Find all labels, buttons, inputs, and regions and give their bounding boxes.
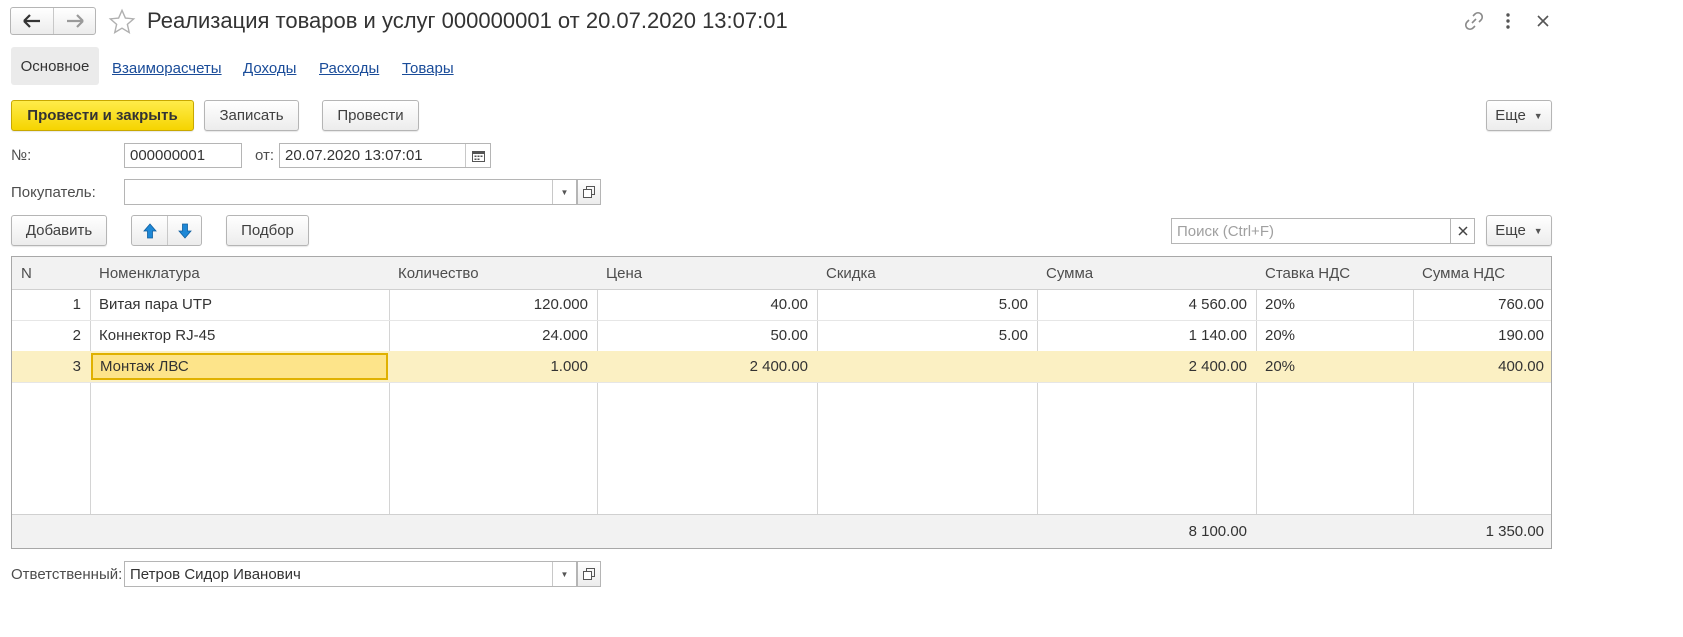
cell-sum[interactable]: 1 140.00 xyxy=(1037,320,1256,351)
cell-sum[interactable]: 4 560.00 xyxy=(1037,289,1256,320)
forward-arrow-icon[interactable] xyxy=(54,8,95,34)
tab-income[interactable]: Доходы xyxy=(243,60,296,77)
open-form-icon xyxy=(583,186,595,198)
search-input[interactable]: Поиск (Ctrl+F) xyxy=(1171,218,1451,244)
star-icon[interactable] xyxy=(107,7,137,37)
responsible-value: Петров Сидор Иванович xyxy=(130,565,301,583)
back-arrow-icon[interactable] xyxy=(11,8,54,34)
cell-qty[interactable]: 1.000 xyxy=(389,351,597,382)
cell-n: 1 xyxy=(72,296,81,313)
column-header-vat-rate[interactable]: Ставка НДС xyxy=(1256,257,1413,289)
buyer-label: Покупатель: xyxy=(11,184,96,201)
table-row[interactable]: 2 Коннектор RJ-45 24.000 50.00 5.00 1 14… xyxy=(12,320,1551,352)
close-icon[interactable] xyxy=(1533,10,1553,32)
cell-qty[interactable]: 24.000 xyxy=(389,320,597,351)
tab-expenses[interactable]: Расходы xyxy=(319,60,379,77)
cell-vat-sum[interactable]: 190.00 xyxy=(1413,320,1551,351)
cell-discount[interactable]: 5.00 xyxy=(817,320,1037,351)
table-row[interactable]: 1 Витая пара UTP 120.000 40.00 5.00 4 56… xyxy=(12,289,1551,321)
open-form-icon xyxy=(583,568,595,580)
number-field[interactable]: 000000001 xyxy=(124,143,242,168)
cell-item-active[interactable]: Монтаж ЛВС xyxy=(91,353,388,380)
tab-settlements[interactable]: Взаиморасчеты xyxy=(112,60,222,77)
column-header-n[interactable]: N xyxy=(12,257,90,289)
cell-price[interactable]: 40.00 xyxy=(597,289,817,320)
cell-n: 2 xyxy=(72,327,81,344)
buyer-open-button[interactable] xyxy=(577,179,601,205)
table-footer: 8 100.00 1 350.00 xyxy=(12,514,1551,548)
page-title: Реализация товаров и услуг 000000001 от … xyxy=(147,8,788,33)
table-more-button[interactable]: Еще ▼ xyxy=(1486,215,1552,246)
cell-sum[interactable]: 2 400.00 xyxy=(1037,351,1256,382)
buyer-field[interactable]: ▼ xyxy=(124,179,577,205)
move-buttons xyxy=(131,215,202,246)
cell-n: 3 xyxy=(72,358,81,375)
column-header-item[interactable]: Номенклатура xyxy=(90,257,389,289)
date-field[interactable]: 20.07.2020 13:07:01 xyxy=(279,143,491,168)
responsible-label: Ответственный: xyxy=(11,566,123,583)
table-more-button-label: Еще xyxy=(1495,222,1526,239)
clear-icon xyxy=(1457,226,1468,236)
date-value: 20.07.2020 13:07:01 xyxy=(285,147,423,164)
cell-discount[interactable]: 5.00 xyxy=(817,289,1037,320)
column-header-price[interactable]: Цена xyxy=(597,257,817,289)
search-clear-button[interactable] xyxy=(1450,218,1475,244)
dropdown-arrow-icon[interactable]: ▼ xyxy=(552,180,576,204)
chevron-down-icon: ▼ xyxy=(1533,110,1543,121)
move-down-icon[interactable] xyxy=(168,216,201,245)
move-up-icon[interactable] xyxy=(132,216,168,245)
dropdown-arrow-icon[interactable]: ▼ xyxy=(552,562,576,586)
column-header-sum[interactable]: Сумма xyxy=(1037,257,1256,289)
selection-button[interactable]: Подбор xyxy=(226,215,309,246)
column-header-vat-sum[interactable]: Сумма НДС xyxy=(1413,257,1551,289)
cell-vat-rate[interactable]: 20% xyxy=(1256,320,1413,351)
column-header-discount[interactable]: Скидка xyxy=(817,257,1037,289)
table-header: N Номенклатура Количество Цена Скидка Су… xyxy=(12,257,1551,290)
cell-item[interactable]: Витая пара UTP xyxy=(90,289,389,320)
cell-price[interactable]: 2 400.00 xyxy=(597,351,817,382)
cell-price[interactable]: 50.00 xyxy=(597,320,817,351)
link-icon[interactable] xyxy=(1463,10,1485,32)
more-button-label: Еще xyxy=(1495,107,1526,124)
responsible-field[interactable]: Петров Сидор Иванович ▼ xyxy=(124,561,577,587)
cell-discount[interactable] xyxy=(817,351,1037,382)
calendar-icon[interactable] xyxy=(465,144,490,167)
more-vertical-icon[interactable] xyxy=(1498,10,1518,32)
more-button[interactable]: Еще ▼ xyxy=(1486,100,1552,131)
post-button[interactable]: Провести xyxy=(322,100,419,131)
goods-table[interactable]: N Номенклатура Количество Цена Скидка Су… xyxy=(11,256,1552,549)
post-and-close-button[interactable]: Провести и закрыть xyxy=(11,100,194,131)
cell-vat-rate[interactable]: 20% xyxy=(1256,289,1413,320)
table-row-selected[interactable]: 3 Монтаж ЛВС 1.000 2 400.00 2 400.00 20%… xyxy=(12,351,1551,383)
save-button[interactable]: Записать xyxy=(204,100,299,131)
total-sum: 8 100.00 xyxy=(1188,523,1247,540)
number-label: №: xyxy=(11,147,32,164)
cell-vat-sum[interactable]: 760.00 xyxy=(1413,289,1551,320)
chevron-down-icon: ▼ xyxy=(1533,225,1543,236)
cell-vat-rate[interactable]: 20% xyxy=(1256,351,1413,382)
tab-main-label: Основное xyxy=(20,57,90,75)
date-label: от: xyxy=(255,147,275,164)
tab-goods[interactable]: Товары xyxy=(402,60,454,77)
tab-main[interactable]: Основное xyxy=(11,47,99,85)
add-button[interactable]: Добавить xyxy=(11,215,107,246)
cell-qty[interactable]: 120.000 xyxy=(389,289,597,320)
cell-item[interactable]: Коннектор RJ-45 xyxy=(90,320,389,351)
responsible-open-button[interactable] xyxy=(577,561,601,587)
column-header-qty[interactable]: Количество xyxy=(389,257,597,289)
total-vat-sum: 1 350.00 xyxy=(1485,523,1544,540)
number-value: 000000001 xyxy=(130,147,206,164)
nav-buttons xyxy=(10,7,96,35)
cell-vat-sum[interactable]: 400.00 xyxy=(1413,351,1551,382)
search-placeholder: Поиск (Ctrl+F) xyxy=(1177,222,1274,240)
